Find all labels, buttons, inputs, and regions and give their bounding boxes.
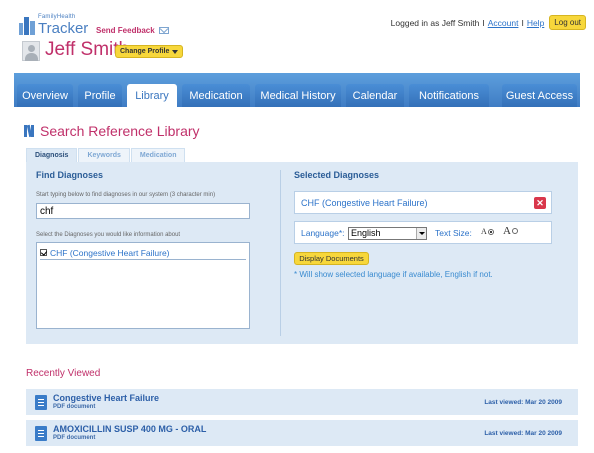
dropdown-caret-icon [172,49,179,54]
language-note: * Will show selected language if availab… [294,270,493,279]
list-item[interactable]: AMOXICILLIN SUSP 400 MG - ORAL PDF docum… [26,420,578,446]
text-size-small-option[interactable]: A [481,227,494,236]
list-hint: Select the Diagnoses you would like info… [36,232,181,238]
avatar-icon [22,41,40,61]
tab-medical-history[interactable]: Medical History [255,84,341,107]
recent-document-name[interactable]: Congestive Heart Failure [53,393,159,403]
tab-calendar[interactable]: Calendar [346,84,404,107]
checkbox-icon[interactable] [40,249,47,256]
recent-document-date: Last viewed: Mar 20 2009 [484,430,562,437]
pdf-document-icon [35,426,47,441]
tab-notifications[interactable]: Notifications [409,84,489,107]
display-documents-button[interactable]: Display Documents [294,252,369,265]
select-arrow-icon [416,228,426,239]
recent-document-name[interactable]: AMOXICILLIN SUSP 400 MG - ORAL [53,424,206,434]
logged-in-text: Logged in as Jeff Smith [390,17,480,28]
change-profile-button[interactable]: Change Profile [115,45,184,58]
recently-viewed-heading: Recently Viewed [26,368,101,379]
send-feedback-link[interactable]: Send Feedback [96,26,169,35]
help-link[interactable]: Help [527,18,544,28]
page-title: Search Reference Library [24,123,200,139]
family-health-tracker-logo[interactable]: FamilyHealth Tracker [18,12,88,38]
radio-icon[interactable] [487,228,494,235]
recent-document-type: PDF document [53,435,96,441]
pdf-document-icon [35,395,47,410]
tab-guest-access[interactable]: Guest Access [502,84,577,107]
logo-line-large: Tracker [38,20,89,37]
main-nav: Overview Profile Library Medication Medi… [14,73,580,107]
text-size-large-glyph: A [503,225,511,237]
diagnosis-panel: Find Diagnoses Start typing below to fin… [26,162,578,344]
account-link[interactable]: Account [488,18,519,28]
remove-icon[interactable]: ✕ [534,197,546,209]
recent-document-date: Last viewed: Mar 20 2009 [484,399,562,406]
recent-document-type: PDF document [53,404,96,410]
books-icon [24,124,35,138]
list-item[interactable]: CHF (Congestive Heart Failure) [40,246,246,260]
user-bar: Logged in as Jeff Smith I Account I Help… [391,15,586,30]
diagnosis-result-label: CHF (Congestive Heart Failure) [50,247,170,258]
separator: I [521,17,524,28]
subtab-diagnosis[interactable]: Diagnosis [26,148,78,162]
change-profile-label: Change Profile [120,48,170,55]
selected-diagnosis-label: CHF (Congestive Heart Failure) [301,198,428,208]
language-options: Language*: English Text Size: A A [294,221,552,244]
mail-icon [158,27,169,34]
tab-profile[interactable]: Profile [78,84,122,107]
selected-diagnosis-item: CHF (Congestive Heart Failure) ✕ [294,191,552,214]
family-logo-icon [19,17,35,35]
text-size-large-option[interactable]: A [503,225,518,237]
header: FamilyHealth Tracker Send Feedback Logge… [0,0,594,74]
tab-library[interactable]: Library [127,84,177,107]
diagnosis-search-input[interactable] [36,203,250,219]
logout-button[interactable]: Log out [549,15,586,30]
radio-icon[interactable] [511,228,518,234]
page-title-text: Search Reference Library [40,123,200,139]
send-feedback-label: Send Feedback [96,26,155,35]
diagnosis-results-list[interactable]: CHF (Congestive Heart Failure) [36,242,250,329]
find-diagnoses-heading: Find Diagnoses [36,170,104,180]
language-value: English [351,228,381,238]
separator: I [482,17,485,28]
list-item[interactable]: Congestive Heart Failure PDF document La… [26,389,578,415]
text-size-label: Text Size: [435,228,472,238]
language-select[interactable]: English [348,227,427,240]
text-size-small-glyph: A [481,227,487,236]
language-label: Language*: [301,228,345,238]
subtab-keywords[interactable]: Keywords [78,148,130,162]
search-subtabs: Diagnosis Keywords Medication [26,148,186,162]
panel-divider [280,170,281,336]
search-hint: Start typing below to find diagnoses in … [36,192,216,198]
subtab-medication[interactable]: Medication [130,148,186,162]
tab-medication[interactable]: Medication [182,84,250,107]
selected-diagnoses-heading: Selected Diagnoses [294,170,380,180]
tab-overview[interactable]: Overview [17,84,73,107]
